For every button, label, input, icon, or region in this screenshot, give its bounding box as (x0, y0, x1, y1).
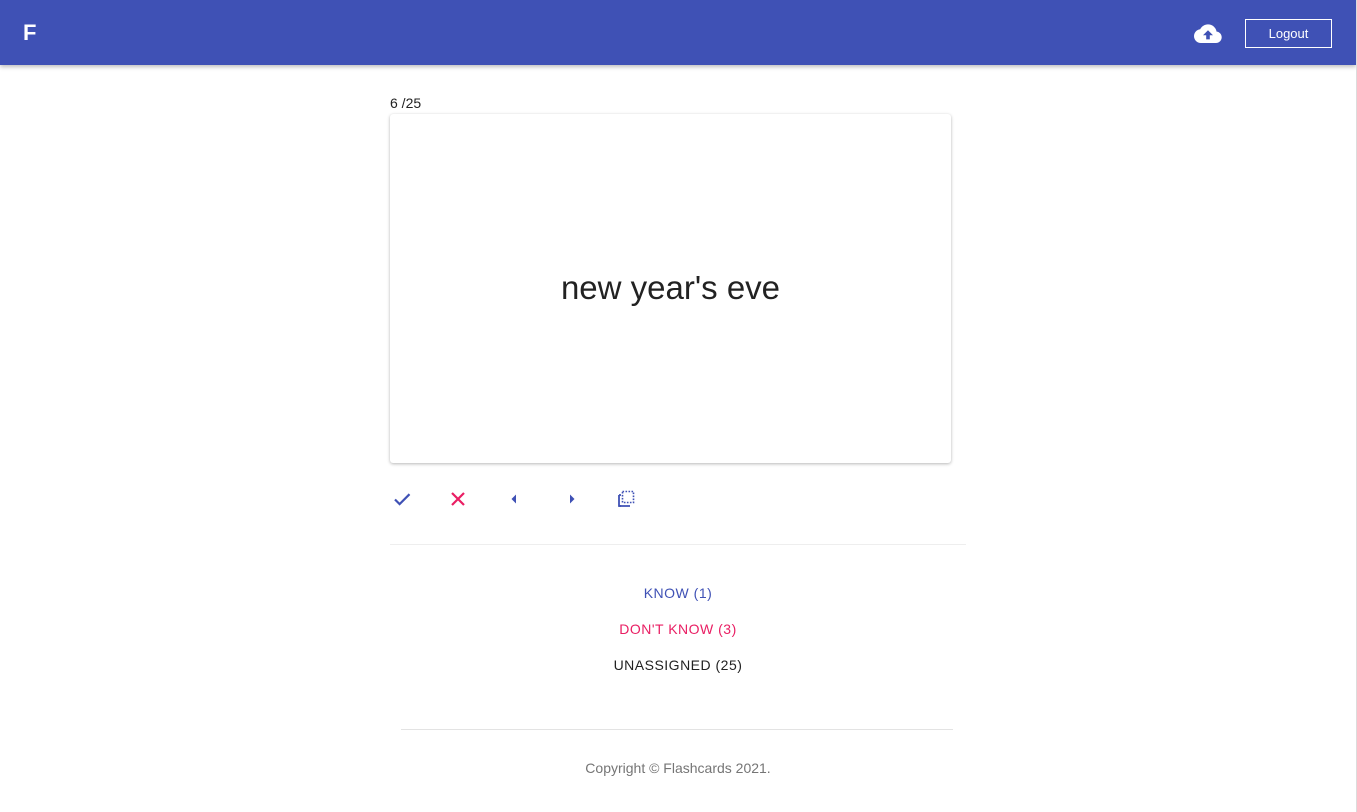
dont-know-button[interactable] (445, 486, 471, 512)
filter-dont-know[interactable]: DON'T KNOW (3) (390, 621, 966, 637)
flip-button[interactable] (613, 486, 639, 512)
check-icon (394, 493, 411, 506)
filter-unassigned[interactable]: UNASSIGNED (25) (390, 657, 966, 673)
footer-divider (401, 729, 953, 730)
close-icon (451, 492, 465, 506)
flashcard-text: new year's eve (560, 269, 781, 306)
know-button[interactable] (389, 486, 415, 512)
app-bar: F Logout (0, 0, 1356, 65)
next-button[interactable] (557, 486, 583, 512)
filter-know[interactable]: KNOW (1) (390, 585, 966, 601)
footer-copyright: Copyright © Flashcards 2021. (585, 760, 771, 776)
caret-right-icon (570, 494, 575, 504)
brand-logo[interactable]: F (23, 20, 36, 46)
card-counter: 6 /25 (390, 95, 422, 111)
section-divider (390, 544, 966, 545)
flashcard[interactable]: new year's eve (390, 114, 951, 463)
logout-button[interactable]: Logout (1245, 19, 1332, 48)
upload-button[interactable] (1194, 22, 1222, 46)
flip-icon (618, 490, 635, 507)
cloud-upload-icon (1194, 24, 1222, 43)
caret-left-icon (511, 494, 516, 504)
previous-button[interactable] (501, 486, 527, 512)
